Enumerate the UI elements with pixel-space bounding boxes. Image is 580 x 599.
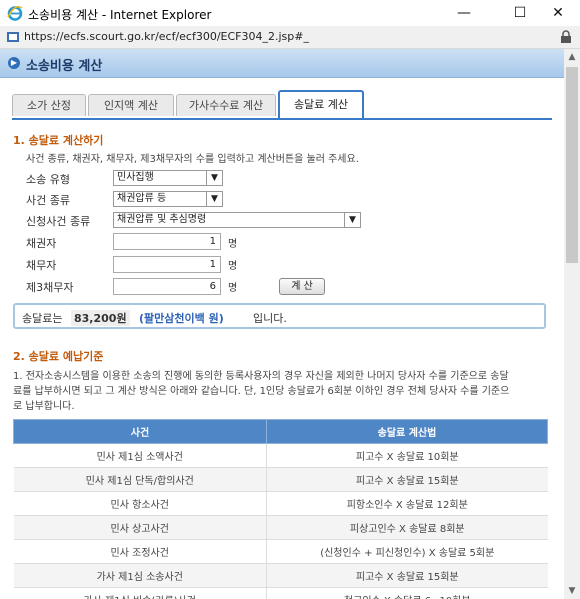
table-row: 민사 제1심 소액사건 피고수 X 송달료 10회분 [13,443,548,468]
table-cell-formula: 피고수 X 송달료 15회분 [266,563,548,588]
table-row: 민사 제1심 단독/합의사건 피고수 X 송달료 15회분 [13,467,548,492]
table-cell-formula: 피고수 X 송달료 10회분 [266,443,548,468]
tab-stamp-fee[interactable]: 인지액 계산 [88,94,174,116]
vertical-scrollbar[interactable]: ▲ ▼ [564,49,580,599]
table-header-formula: 송달료 계산법 [266,419,548,444]
lock-icon[interactable] [560,30,572,44]
result-amount: 83,200원 [71,310,130,326]
site-icon [7,32,19,42]
table-cell-formula: (신청인수 + 피신청인수) X 송달료 5회분 [266,539,548,564]
creditor-count-input[interactable]: 1 [113,233,221,250]
table-row: 민사 상고사건 피상고인수 X 송달료 8회분 [13,515,548,540]
service-fee-table: 사건 송달료 계산법 민사 제1심 소액사건 피고수 X 송달료 10회분 민사… [13,419,548,599]
table-row: 가사 제1심 소송사건 피고수 X 송달료 15회분 [13,563,548,588]
url-text: https://ecfs.scourt.go.kr/ecf/ecf300/ECF… [24,30,309,43]
creditor-label: 채권자 [26,237,57,250]
address-bar[interactable]: https://ecfs.scourt.go.kr/ecf/ecf300/ECF… [0,26,580,49]
section2-title: 2. 송달료 예납기준 [13,350,104,363]
tab-bar: 소가 산정 인지액 계산 가사수수료 계산 송달료 계산 [12,90,552,120]
table-row: 민사 조정사건 (신청인수 + 피신청인수) X 송달료 5회분 [13,539,548,564]
third-debtor-unit: 명 [228,283,238,294]
calculate-button[interactable]: 계 산 [279,278,325,295]
window-title: 소송비용 계산 - Internet Explorer [28,8,212,22]
table-cell-case: 가사 제1심 비송(라류)사건 [13,587,267,599]
tab-service-fee[interactable]: 송달료 계산 [278,90,364,118]
section1-description: 사건 종류, 채권자, 채무자, 제3채무자의 수를 입력하고 계산버튼을 눌러… [26,154,359,165]
table-cell-formula: 피항소인수 X 송달료 12회분 [266,491,548,516]
result-prefix: 송달료는 [22,312,63,325]
debtor-unit: 명 [228,261,238,272]
result-korean: (팔만삼천이백 원) [139,312,224,325]
section2-description-line1: 1. 전자소송시스템을 이용한 소송의 진행에 동의한 등록사용자의 경우 자신… [13,371,509,382]
third-debtor-count-input[interactable]: 6 [113,278,221,295]
table-cell-formula: 피상고인수 X 송달료 8회분 [266,515,548,540]
application-kind-value: 채권압류 및 추심명령 [117,214,207,225]
chevron-down-icon: ▼ [206,192,222,206]
table-cell-case: 민사 상고사건 [13,515,267,540]
third-debtor-label: 제3채무자 [26,281,74,294]
minimize-button[interactable]: — [441,0,487,26]
tab-value-calculation[interactable]: 소가 산정 [12,94,86,116]
table-header-case: 사건 [13,419,267,444]
table-cell-case: 민사 제1심 소액사건 [13,443,267,468]
page-content: ▶ 소송비용 계산 소가 산정 인지액 계산 가사수수료 계산 송달료 계산 1… [0,49,564,599]
page-header: ▶ 소송비용 계산 [0,49,564,78]
table-cell-formula: 청구인수 X 송달료 6~10회분 [266,587,548,599]
scrollbar-thumb[interactable] [566,67,578,263]
section2-description-line2: 료를 납부하시면 되고 그 계산 방식은 아래와 같습니다. 단, 1인당 송달… [13,386,510,397]
title-bar: 소송비용 계산 - Internet Explorer — ☐ ✕ [0,0,580,26]
table-cell-case: 가사 제1심 소송사건 [13,563,267,588]
table-cell-case: 민사 조정사건 [13,539,267,564]
creditor-unit: 명 [228,239,238,250]
case-type-value: 민사집행 [117,172,154,183]
scroll-up-arrow-icon[interactable]: ▲ [564,49,580,65]
section1-title: 1. 송달료 계산하기 [13,134,104,147]
chevron-down-icon: ▼ [344,213,360,227]
chevron-down-icon: ▼ [206,171,222,185]
case-kind-label: 사건 종류 [26,194,70,207]
tab-family-fee[interactable]: 가사수수료 계산 [176,94,276,116]
case-kind-value: 채권압류 등 [117,193,167,204]
debtor-count-input[interactable]: 1 [113,256,221,273]
circle-arrow-icon: ▶ [8,57,20,69]
internet-explorer-icon [7,5,23,21]
debtor-label: 채무자 [26,259,57,272]
table-cell-case: 민사 제1심 단독/합의사건 [13,467,267,492]
close-button[interactable]: ✕ [535,0,580,26]
result-box: 송달료는 83,200원 (팔만삼천이백 원) 입니다. [13,303,546,329]
application-kind-select[interactable]: 채권압류 및 추심명령 ▼ [113,212,361,228]
section2-description-line3: 로 납부합니다. [13,401,75,412]
table-cell-case: 민사 항소사건 [13,491,267,516]
table-row: 민사 항소사건 피항소인수 X 송달료 12회분 [13,491,548,516]
table-row: 가사 제1심 비송(라류)사건 청구인수 X 송달료 6~10회분 [13,587,548,599]
application-kind-label: 신청사건 종류 [26,215,91,228]
case-type-label: 소송 유형 [26,173,70,186]
result-suffix: 입니다. [253,312,287,325]
page-title: 소송비용 계산 [26,59,103,74]
case-kind-select[interactable]: 채권압류 등 ▼ [113,191,223,207]
table-cell-formula: 피고수 X 송달료 15회분 [266,467,548,492]
scroll-down-arrow-icon[interactable]: ▼ [564,583,580,599]
case-type-select[interactable]: 민사집행 ▼ [113,170,223,186]
